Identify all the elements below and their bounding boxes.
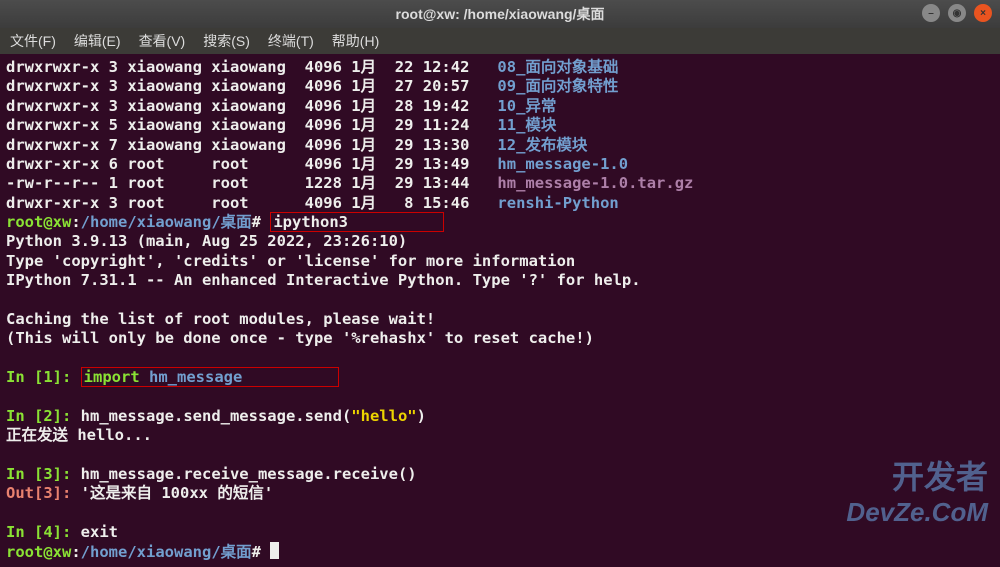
window-title: root@xw: /home/xiaowang/桌面 — [396, 4, 605, 24]
window-titlebar: root@xw: /home/xiaowang/桌面 – ◉ × — [0, 0, 1000, 28]
minimize-button[interactable]: – — [922, 4, 940, 22]
menu-help[interactable]: 帮助(H) — [332, 31, 379, 51]
menu-edit[interactable]: 编辑(E) — [74, 31, 121, 51]
menu-file[interactable]: 文件(F) — [10, 31, 56, 51]
menu-search[interactable]: 搜索(S) — [203, 31, 250, 51]
menu-view[interactable]: 查看(V) — [139, 31, 186, 51]
window-controls: – ◉ × — [922, 4, 992, 22]
maximize-button[interactable]: ◉ — [948, 4, 966, 22]
menu-bar: 文件(F) 编辑(E) 查看(V) 搜索(S) 终端(T) 帮助(H) — [0, 28, 1000, 54]
terminal-content[interactable]: drwxrwxr-x 3 xiaowang xiaowang 4096 1月 2… — [0, 54, 1000, 567]
menu-terminal[interactable]: 终端(T) — [268, 31, 314, 51]
watermark-text-2: DevZe.CoM — [846, 497, 988, 528]
watermark-text-1: 开发者 — [892, 452, 988, 498]
close-button[interactable]: × — [974, 4, 992, 22]
